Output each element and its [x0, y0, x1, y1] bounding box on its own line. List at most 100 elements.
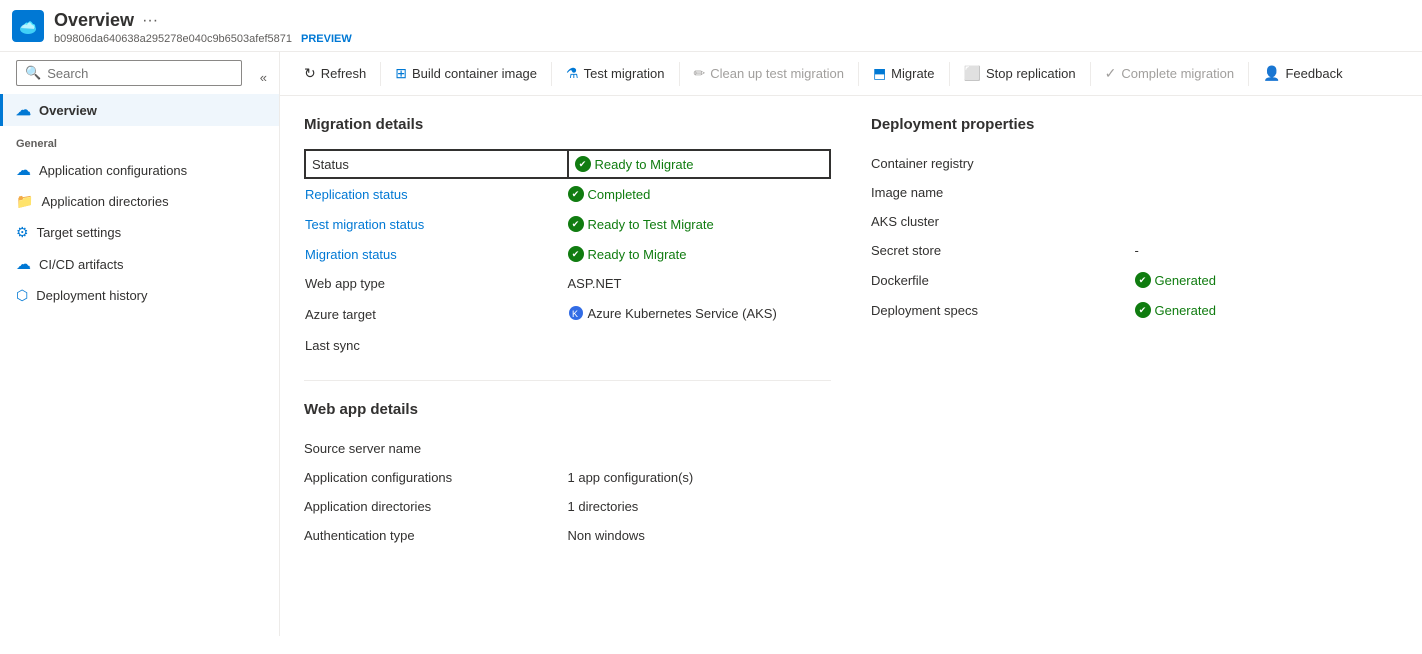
- sidebar-item-label: Deployment history: [36, 288, 147, 303]
- table-row-auth-type: Authentication type Non windows: [304, 521, 831, 550]
- migrate-icon: ⬒: [873, 65, 886, 82]
- migrate-label: Migrate: [891, 66, 934, 81]
- status-badge: Ready to Migrate: [575, 156, 824, 172]
- sidebar-item-app-config[interactable]: ☁ Application configurations: [0, 154, 279, 186]
- sidebar-item-deploy-history[interactable]: ⬡ Deployment history: [0, 280, 279, 311]
- web-app-type-label: Web app type: [305, 269, 568, 298]
- sidebar-item-cicd[interactable]: ☁ CI/CD artifacts: [0, 248, 279, 280]
- content-area: Migration details Status Ready to Migr: [280, 96, 1422, 570]
- app-dir-icon: 📁: [16, 193, 33, 210]
- last-sync-value: [568, 331, 831, 360]
- app-directories-label: Application directories: [304, 492, 568, 521]
- table-row-image-name: Image name: [871, 178, 1398, 207]
- sidebar-item-overview[interactable]: ☁ Overview: [0, 94, 279, 126]
- feedback-label: Feedback: [1285, 66, 1342, 81]
- image-name-value: [1135, 178, 1399, 207]
- toolbar-divider-4: [858, 62, 859, 86]
- replication-label[interactable]: Replication status: [305, 178, 568, 209]
- table-row-test-migration: Test migration status Ready to Test Migr…: [305, 209, 830, 239]
- section-divider-1: [304, 380, 831, 381]
- refresh-button[interactable]: ↻ Refresh: [296, 60, 374, 87]
- deployment-properties-col: Deployment properties Container registry: [871, 116, 1398, 550]
- stop-replication-button[interactable]: ⬜ Stop replication: [956, 60, 1084, 87]
- app-config-icon: ☁: [16, 161, 31, 179]
- search-bar[interactable]: 🔍: [16, 60, 242, 86]
- table-row-container-registry: Container registry: [871, 149, 1398, 178]
- sidebar-item-label: Application directories: [41, 194, 168, 209]
- toolbar: ↻ Refresh ⊞ Build container image ⚗ Test…: [280, 52, 1422, 96]
- stop-icon: ⬜: [964, 65, 981, 82]
- sidebar: 🔍 « ☁ Overview General ☁ Application con…: [0, 52, 280, 636]
- toolbar-divider-5: [949, 62, 950, 86]
- table-row-app-directories: Application directories 1 directories: [304, 492, 831, 521]
- web-app-details-table: Source server name Application configura…: [304, 434, 831, 550]
- secret-store-value: -: [1135, 236, 1399, 265]
- main-layout: 🔍 « ☁ Overview General ☁ Application con…: [0, 52, 1422, 636]
- overview-icon: ☁: [16, 101, 31, 119]
- table-row-deployment-specs: Deployment specs Generated: [871, 295, 1398, 325]
- eraser-icon: ✏: [694, 65, 706, 82]
- sidebar-item-label: Overview: [39, 103, 97, 118]
- test-migration-button[interactable]: ⚗ Test migration: [558, 60, 672, 87]
- deployment-properties-title: Deployment properties: [871, 116, 1398, 133]
- app-title: Overview: [54, 10, 134, 31]
- main-two-col: Migration details Status Ready to Migr: [304, 116, 1398, 550]
- toolbar-divider-7: [1248, 62, 1249, 86]
- complete-migration-button[interactable]: ✓ Complete migration: [1097, 60, 1242, 87]
- svg-text:K: K: [572, 309, 578, 319]
- migration-details-title: Migration details: [304, 116, 831, 133]
- complete-migration-label: Complete migration: [1121, 66, 1234, 81]
- refresh-icon: ↻: [304, 65, 316, 82]
- migrate-button[interactable]: ⬒ Migrate: [865, 60, 943, 87]
- deployment-specs-value: Generated: [1135, 295, 1399, 325]
- table-row-secret-store: Secret store -: [871, 236, 1398, 265]
- migration-status-label[interactable]: Migration status: [305, 239, 568, 269]
- sidebar-collapse-button[interactable]: «: [256, 68, 271, 87]
- table-row-app-configurations: Application configurations 1 app configu…: [304, 463, 831, 492]
- feedback-button[interactable]: 👤 Feedback: [1255, 60, 1351, 87]
- sidebar-item-target-settings[interactable]: ⚙ Target settings: [0, 217, 279, 248]
- last-sync-label: Last sync: [305, 331, 568, 360]
- app-logo: [12, 10, 44, 42]
- toolbar-divider-1: [380, 62, 381, 86]
- refresh-label: Refresh: [321, 66, 367, 81]
- table-row-status: Status Ready to Migrate: [305, 150, 830, 178]
- test-migration-label: Test migration: [584, 66, 665, 81]
- nav-section-general: General: [0, 126, 279, 154]
- migration-details-table: Status Ready to Migrate: [304, 149, 831, 360]
- sidebar-item-label: Target settings: [37, 225, 122, 240]
- search-input[interactable]: [47, 66, 233, 81]
- clean-up-label: Clean up test migration: [710, 66, 844, 81]
- web-app-details-title: Web app details: [304, 401, 831, 418]
- build-icon: ⊞: [395, 65, 407, 82]
- app-configurations-label: Application configurations: [304, 463, 568, 492]
- secret-store-label: Secret store: [871, 236, 1135, 265]
- image-name-label: Image name: [871, 178, 1135, 207]
- app-ellipsis-menu[interactable]: ···: [142, 12, 158, 30]
- table-row-web-app-type: Web app type ASP.NET: [305, 269, 830, 298]
- web-app-type-value: ASP.NET: [568, 269, 831, 298]
- dockerfile-value: Generated: [1135, 265, 1399, 295]
- build-container-button[interactable]: ⊞ Build container image: [387, 60, 545, 87]
- deployment-specs-label: Deployment specs: [871, 295, 1135, 325]
- app-directories-value: 1 directories: [568, 492, 832, 521]
- app-title-area: Overview ··· b09806da640638a295278e040c9…: [54, 10, 352, 45]
- app-subtitle: b09806da640638a295278e040c9b6503afef5871…: [54, 33, 352, 45]
- stop-replication-label: Stop replication: [986, 66, 1076, 81]
- target-settings-icon: ⚙: [16, 224, 29, 241]
- table-row-migration-status: Migration status Ready to Migrate: [305, 239, 830, 269]
- flask-icon: ⚗: [566, 65, 579, 82]
- test-migration-value: Ready to Test Migrate: [568, 209, 831, 239]
- replication-value: Completed: [568, 178, 831, 209]
- deployment-properties-table: Container registry Image name: [871, 149, 1398, 325]
- container-registry-value: [1135, 149, 1399, 178]
- status-label-cell: Status: [305, 150, 568, 178]
- table-row-dockerfile: Dockerfile Generated: [871, 265, 1398, 295]
- clean-up-button[interactable]: ✏ Clean up test migration: [686, 60, 852, 87]
- test-migration-label[interactable]: Test migration status: [305, 209, 568, 239]
- container-registry-label: Container registry: [871, 149, 1135, 178]
- sidebar-item-app-dir[interactable]: 📁 Application directories: [0, 186, 279, 217]
- table-row-replication: Replication status Completed: [305, 178, 830, 209]
- migration-details-col: Migration details Status Ready to Migr: [304, 116, 831, 550]
- table-row-last-sync: Last sync: [305, 331, 830, 360]
